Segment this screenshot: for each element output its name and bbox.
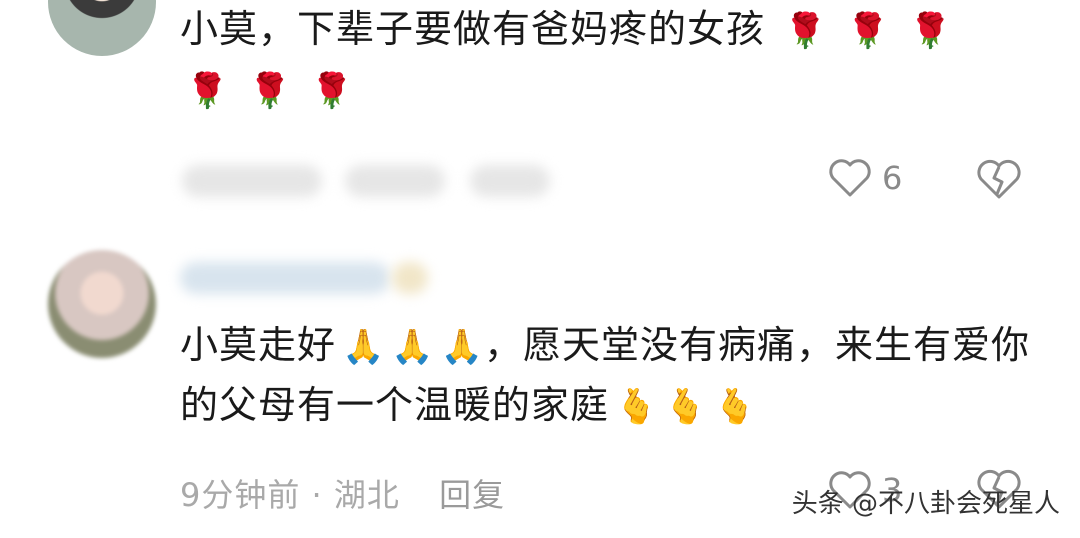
pray-emoji: 🙏 — [440, 327, 485, 367]
comment-time: 9分钟前 — [180, 476, 301, 514]
comment-body: 小莫，下辈子要做有爸妈疼的女孩 — [180, 7, 766, 51]
blurred-badge — [392, 262, 428, 294]
finger-heart-emoji: 🫰 — [615, 387, 659, 427]
blurred-username — [180, 262, 390, 294]
heart-outline-icon — [829, 159, 871, 197]
comment-meta: 9分钟前 · 湖北 回复 — [180, 470, 505, 516]
broken-heart-icon[interactable] — [976, 158, 1022, 200]
reply-button[interactable]: 回复 — [439, 476, 505, 514]
blurred-reply — [470, 165, 550, 197]
rose-emoji: 🌹 — [310, 71, 355, 111]
avatar[interactable] — [48, 0, 156, 56]
blurred-meta — [345, 165, 445, 197]
like-count: 6 — [882, 159, 903, 197]
pray-emoji: 🙏 — [342, 327, 386, 367]
rose-emoji: 🌹 — [784, 11, 828, 51]
watermark: 头条 @不八卦会死星人 — [791, 489, 1060, 519]
comment-text: 小莫，下辈子要做有爸妈疼的女孩 🌹 🌹 🌹 🌹 🌹 🌹 — [180, 0, 1040, 120]
comment-location: 湖北 — [333, 476, 400, 514]
finger-heart-emoji: 🫰 — [713, 387, 758, 427]
blurred-meta — [182, 165, 322, 197]
rose-emoji: 🌹 — [248, 71, 292, 111]
rose-emoji: 🌹 — [908, 11, 953, 51]
like-button[interactable]: 6 — [828, 158, 902, 198]
rose-emoji: 🌹 — [846, 11, 890, 51]
rose-emoji: 🌹 — [186, 71, 230, 111]
finger-heart-emoji: 🫰 — [664, 387, 708, 427]
avatar[interactable] — [48, 250, 156, 358]
comment-body: 小莫走好 — [180, 323, 337, 367]
comment-text: 小莫走好 🙏 🙏 🙏，愿天堂没有病痛，来生有爱你的父母有一个温暖的家庭 🫰 🫰 🫰 — [180, 316, 1050, 436]
pray-emoji: 🙏 — [391, 327, 435, 367]
meta-separator: · — [311, 476, 323, 514]
